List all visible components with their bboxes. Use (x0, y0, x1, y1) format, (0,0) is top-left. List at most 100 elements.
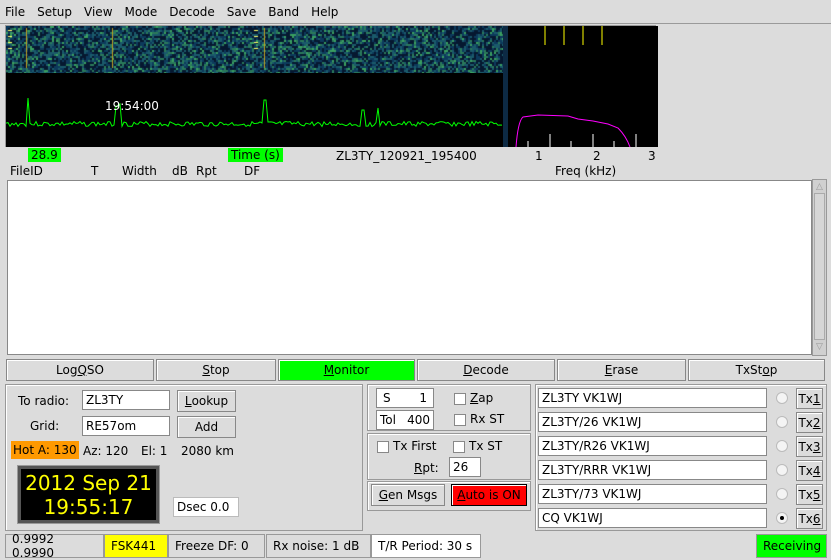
checkbox-box[interactable] (454, 413, 466, 426)
checkbox-label: ap (478, 391, 494, 405)
button-label: p (769, 363, 778, 377)
decoded-text-area[interactable] (7, 180, 812, 355)
button-label: Tx (798, 511, 813, 526)
label-text: pt: (422, 461, 439, 475)
lookup-button[interactable]: Lookup (177, 390, 236, 412)
spectrum-svg (515, 26, 637, 148)
checkbox-box[interactable] (454, 392, 466, 405)
tx1-button[interactable]: Tx 1 (796, 388, 823, 409)
menu-file[interactable]: File (5, 5, 25, 19)
tx-select-radio[interactable] (776, 440, 788, 452)
button-mnemonic: L (184, 394, 192, 408)
tx-first-checkbox[interactable]: Tx First (377, 439, 437, 453)
button-label: Tx (798, 487, 813, 502)
tx-message-field[interactable]: ZL3TY VK1WJ (538, 388, 767, 408)
log-qso-button[interactable]: Log Q SO (6, 359, 154, 381)
zap-checkbox[interactable]: Zap (454, 391, 493, 405)
txstop-button[interactable]: TxSt o p (688, 359, 825, 381)
column-db: dB (172, 164, 188, 178)
button-label: top (209, 363, 230, 377)
status-tr-period: T/R Period: 30 s (371, 534, 481, 558)
status-freeze-df: Freeze DF: 0 (168, 534, 265, 558)
spectrum-display[interactable] (508, 26, 658, 148)
tx-select-radio[interactable] (776, 512, 788, 524)
hot-a-badge: Hot A: 130 (11, 441, 79, 459)
monitor-button[interactable]: Monitor (278, 359, 415, 381)
tx-select-radio[interactable] (776, 464, 788, 476)
checkbox-box[interactable] (453, 440, 465, 453)
tx-select-radio[interactable] (776, 416, 788, 428)
tx2-button[interactable]: Tx 2 (796, 412, 823, 433)
time-marker-label: 19:54:00 (105, 99, 159, 113)
waterfall-display[interactable] (6, 26, 503, 73)
signal-trace (5, 97, 503, 129)
button-mnemonic: o (762, 363, 770, 377)
scrollbar-thumb[interactable] (814, 193, 825, 340)
rpt-field[interactable]: 26 (449, 457, 481, 477)
checkbox-label: Tx First (393, 439, 437, 453)
menu-setup[interactable]: Setup (37, 5, 72, 19)
scroll-up-icon[interactable]: △ (813, 180, 826, 193)
to-radio-field[interactable]: ZL3TY (82, 390, 170, 410)
tx6-button[interactable]: Tx 6 (796, 508, 823, 529)
distance: 2080 km (181, 444, 234, 458)
tx-select-radio[interactable] (776, 392, 788, 404)
to-radio-label: To radio: (18, 394, 70, 408)
decode-button[interactable]: Decode (417, 359, 555, 381)
menu-view[interactable]: View (84, 5, 112, 19)
s-field[interactable]: S1 (376, 388, 434, 408)
tx-st-checkbox[interactable]: Tx ST (453, 439, 502, 453)
menu-band[interactable]: Band (268, 5, 299, 19)
menu-mode[interactable]: Mode (125, 5, 158, 19)
menu-help[interactable]: Help (311, 5, 338, 19)
file-name: ZL3TY_120921_195400 (336, 149, 477, 163)
tx-message-field[interactable]: ZL3TY/73 VK1WJ (538, 484, 767, 504)
erase-button[interactable]: Erase (557, 359, 686, 381)
button-mnemonic: D (463, 363, 473, 377)
button-mnemonic: Q (77, 363, 87, 377)
scroll-down-icon[interactable]: ▽ (813, 340, 826, 353)
status-ratios: 0.9992 0.9990 (5, 532, 104, 560)
button-label: Tx (798, 463, 813, 478)
button-label: Tx (798, 391, 813, 406)
menu-decode[interactable]: Decode (169, 5, 215, 19)
stop-button[interactable]: Stop (156, 359, 276, 381)
azimuth: Az: 120 (83, 444, 129, 458)
dsec-display: Dsec 0.0 (173, 497, 239, 517)
level-value: 28.9 (28, 148, 61, 162)
tol-field[interactable]: Tol 400 (376, 410, 434, 430)
grid-field[interactable]: RE57om (82, 416, 170, 436)
status-receiving: Receiving (756, 534, 827, 558)
menu-save[interactable]: Save (227, 5, 256, 19)
button-label: onitor (334, 363, 370, 377)
utc-clock: 2012 Sep 21 19:55:17 (18, 466, 159, 523)
column-t: T (91, 164, 99, 178)
button-mnemonic: E (604, 363, 613, 377)
grid-label: Grid: (30, 419, 60, 433)
tx-message-field[interactable]: ZL3TY/RRR VK1WJ (538, 460, 767, 480)
tol-label: Tol (380, 413, 396, 427)
tx-message-field[interactable]: CQ VK1WJ (538, 508, 767, 528)
clock-date: 2012 Sep 21 (25, 471, 152, 495)
gen-msgs-button[interactable]: Gen Msgs (371, 484, 445, 506)
checkbox-box[interactable] (377, 440, 389, 453)
column-rpt: Rpt (196, 164, 217, 178)
status-rx-noise: Rx noise: 1 dB (266, 534, 371, 558)
tx-message-field[interactable]: ZL3TY/R26 VK1WJ (538, 436, 767, 456)
tx-select-radio[interactable] (776, 488, 788, 500)
tx4-button[interactable]: Tx 4 (796, 460, 823, 481)
time-axis-label: Time (s) (228, 148, 283, 162)
auto-toggle-button[interactable]: Auto is ON (451, 484, 527, 506)
rx-st-checkbox[interactable]: Rx ST (454, 412, 504, 426)
button-mnemonic: 4 (812, 463, 821, 478)
tx-message-field[interactable]: ZL3TY/26 VK1WJ (538, 412, 767, 432)
button-label: rase (612, 363, 639, 377)
time-plot[interactable]: 19:54:00 (5, 73, 503, 147)
button-mnemonic: 1 (812, 391, 821, 406)
freq-axis-label: Freq (kHz) (555, 164, 617, 178)
add-button[interactable]: Add (177, 416, 236, 438)
tx3-button[interactable]: Tx 3 (796, 436, 823, 457)
tx5-button[interactable]: Tx 5 (796, 484, 823, 505)
button-mnemonic: S (202, 363, 210, 377)
vertical-scrollbar[interactable]: △ ▽ (812, 179, 827, 356)
